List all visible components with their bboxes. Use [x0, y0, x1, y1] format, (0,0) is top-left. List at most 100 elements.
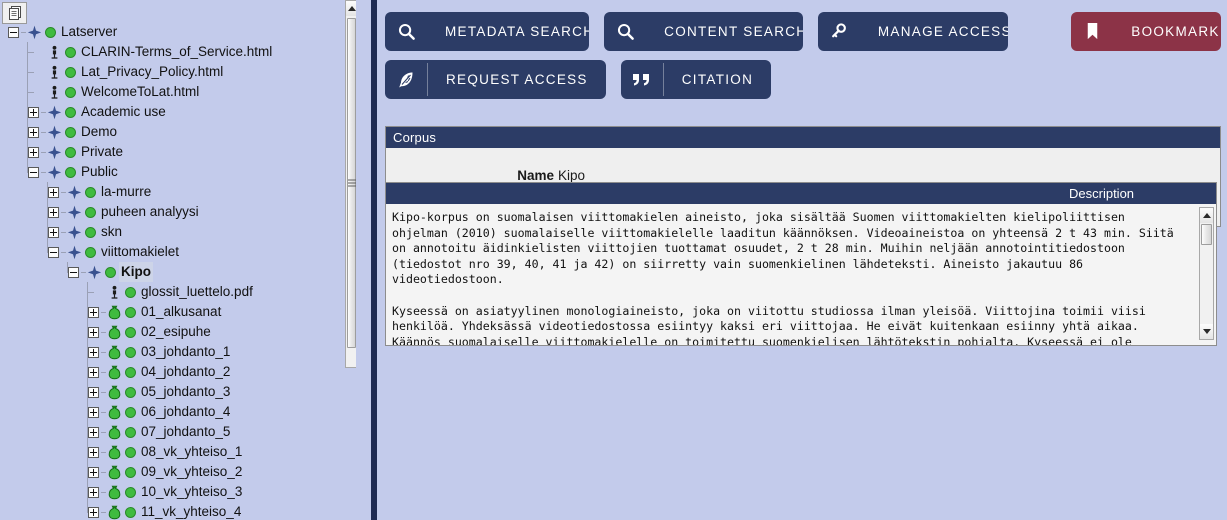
- tree-node-demo[interactable]: Demo: [0, 122, 356, 142]
- tree-expand-icon[interactable]: [88, 487, 99, 498]
- tree-node-03-johdanto-1[interactable]: 03_johdanto_1: [0, 342, 356, 362]
- tree-expand-icon[interactable]: [88, 447, 99, 458]
- tree-connector-line: [81, 272, 86, 273]
- content-search-label: CONTENT SEARCH: [664, 24, 803, 39]
- tree-expand-icon[interactable]: [48, 227, 59, 238]
- tree-connector-line: [87, 292, 94, 293]
- tree-node-label: skn: [101, 224, 123, 239]
- tree-node-label: Public: [81, 164, 118, 179]
- tree-expand-icon[interactable]: [88, 327, 99, 338]
- tree-collapse-icon[interactable]: [28, 167, 39, 178]
- tree-node-kipo[interactable]: Kipo: [0, 262, 356, 282]
- description-scrollbar-thumb[interactable]: [1201, 224, 1212, 245]
- tree-connector-line: [101, 392, 106, 393]
- description-scroll-up-arrow[interactable]: [1200, 208, 1213, 223]
- tree-node-viittomakielet[interactable]: viittomakielet: [0, 242, 356, 262]
- session-icon: [107, 425, 122, 440]
- tree-node-label: Latserver: [61, 24, 118, 39]
- tree-node-lat-privacy-policy-html[interactable]: Lat_Privacy_Policy.html: [0, 62, 356, 82]
- status-dot-icon: [65, 147, 76, 158]
- tree-panel: Latserver CLARIN-Terms_of_Service.html Lat…: [0, 0, 356, 520]
- metadata-search-button[interactable]: METADATA SEARCH: [385, 12, 590, 51]
- tree-collapse-icon[interactable]: [68, 267, 79, 278]
- tree-node-label: CLARIN-Terms_of_Service.html: [81, 44, 273, 59]
- info-icon: [47, 45, 62, 60]
- tree-scrollbar-thumb[interactable]: [347, 18, 356, 348]
- tree-node-label: puheen analyysi: [101, 204, 199, 219]
- tree-connector-line: [41, 132, 46, 133]
- tree-node-10-vk-yhteiso-3[interactable]: 10_vk_yhteiso_3: [0, 482, 356, 502]
- scrollbar-grip-icon: [347, 179, 356, 187]
- tree-node-label: glossit_luettelo.pdf: [141, 284, 253, 299]
- tree-node-06-johdanto-4[interactable]: 06_johdanto_4: [0, 402, 356, 422]
- info-icon: [47, 65, 62, 80]
- tree-node-clarin-terms-of-service-html[interactable]: CLARIN-Terms_of_Service.html: [0, 42, 356, 62]
- status-dot-icon: [65, 47, 76, 58]
- tree-node-latserver[interactable]: Latserver: [0, 22, 356, 42]
- tree-collapse-icon[interactable]: [48, 247, 59, 258]
- status-dot-icon: [85, 247, 96, 258]
- description-scrollbar[interactable]: [1199, 207, 1214, 340]
- tree-expand-icon[interactable]: [28, 147, 39, 158]
- tree-connector-line: [61, 192, 66, 193]
- description-scroll-down-arrow[interactable]: [1200, 324, 1213, 339]
- tree-node-label: 05_johdanto_3: [141, 384, 231, 399]
- corpus-icon: [67, 205, 82, 220]
- status-dot-icon: [125, 487, 136, 498]
- tree-node-private[interactable]: Private: [0, 142, 356, 162]
- tree-expand-icon[interactable]: [88, 407, 99, 418]
- tree-node-09-vk-yhteiso-2[interactable]: 09_vk_yhteiso_2: [0, 462, 356, 482]
- tree-expand-icon[interactable]: [88, 307, 99, 318]
- tree-rows[interactable]: Latserver CLARIN-Terms_of_Service.html Lat…: [0, 22, 356, 520]
- tree-node-la-murre[interactable]: la-murre: [0, 182, 356, 202]
- tree-node-puheen-analyysi[interactable]: puheen analyysi: [0, 202, 356, 222]
- tree-expand-icon[interactable]: [88, 427, 99, 438]
- tree-node-label: WelcomeToLat.html: [81, 84, 200, 99]
- manage-access-button[interactable]: MANAGE ACCESS: [817, 12, 1009, 51]
- session-icon: [107, 385, 122, 400]
- tree-node-05-johdanto-3[interactable]: 05_johdanto_3: [0, 382, 356, 402]
- bookmark-button[interactable]: BOOKMARK: [1071, 12, 1221, 51]
- tree-collapse-icon[interactable]: [8, 27, 19, 38]
- status-dot-icon: [85, 187, 96, 198]
- tree-connector-line: [101, 432, 106, 433]
- action-toolbar: METADATA SEARCH CONTENT SEARCH MANAGE AC…: [385, 12, 1221, 108]
- request-access-button[interactable]: REQUEST ACCESS: [385, 60, 606, 99]
- tree-scroll-up-arrow[interactable]: [346, 1, 356, 16]
- tree-node-academic-use[interactable]: Academic use: [0, 102, 356, 122]
- status-dot-icon: [45, 27, 56, 38]
- tree-node-08-vk-yhteiso-1[interactable]: 08_vk_yhteiso_1: [0, 442, 356, 462]
- tree-node-skn[interactable]: skn: [0, 222, 356, 242]
- citation-button[interactable]: CITATION: [620, 60, 772, 99]
- tree-expand-icon[interactable]: [48, 187, 59, 198]
- corpus-icon: [67, 225, 82, 240]
- tree-expand-icon[interactable]: [88, 347, 99, 358]
- status-dot-icon: [125, 507, 136, 518]
- quote-icon: [621, 60, 663, 99]
- tree-expand-icon[interactable]: [28, 107, 39, 118]
- status-dot-icon: [125, 427, 136, 438]
- tree-expand-icon[interactable]: [88, 367, 99, 378]
- tree-expand-icon[interactable]: [48, 207, 59, 218]
- content-search-button[interactable]: CONTENT SEARCH: [604, 12, 803, 51]
- description-body[interactable]: Kipo-korpus on suomalaisen viittomakiele…: [386, 204, 1216, 345]
- tree-node-public[interactable]: Public: [0, 162, 356, 182]
- tree-expand-icon[interactable]: [88, 507, 99, 518]
- tree-node-04-johdanto-2[interactable]: 04_johdanto_2: [0, 362, 356, 382]
- tree-expand-icon[interactable]: [28, 127, 39, 138]
- corpus-icon: [67, 185, 82, 200]
- tree-scrollbar[interactable]: [345, 0, 356, 368]
- tree-expand-icon[interactable]: [88, 387, 99, 398]
- tree-node-glossit-luettelo-pdf[interactable]: glossit_luettelo.pdf: [0, 282, 356, 302]
- copy-stack-icon[interactable]: [2, 2, 27, 24]
- tree-expand-icon[interactable]: [88, 467, 99, 478]
- request-access-label: REQUEST ACCESS: [446, 72, 588, 87]
- status-dot-icon: [65, 167, 76, 178]
- tree-node-01-alkusanat[interactable]: 01_alkusanat: [0, 302, 356, 322]
- tree-node-welcometolat-html[interactable]: WelcomeToLat.html: [0, 82, 356, 102]
- tree-node-02-esipuhe[interactable]: 02_esipuhe: [0, 322, 356, 342]
- tree-node-07-johdanto-5[interactable]: 07_johdanto_5: [0, 422, 356, 442]
- session-icon: [107, 405, 122, 420]
- tree-connector-line: [27, 72, 34, 73]
- tree-node-11-vk-yhteiso-4[interactable]: 11_vk_yhteiso_4: [0, 502, 356, 520]
